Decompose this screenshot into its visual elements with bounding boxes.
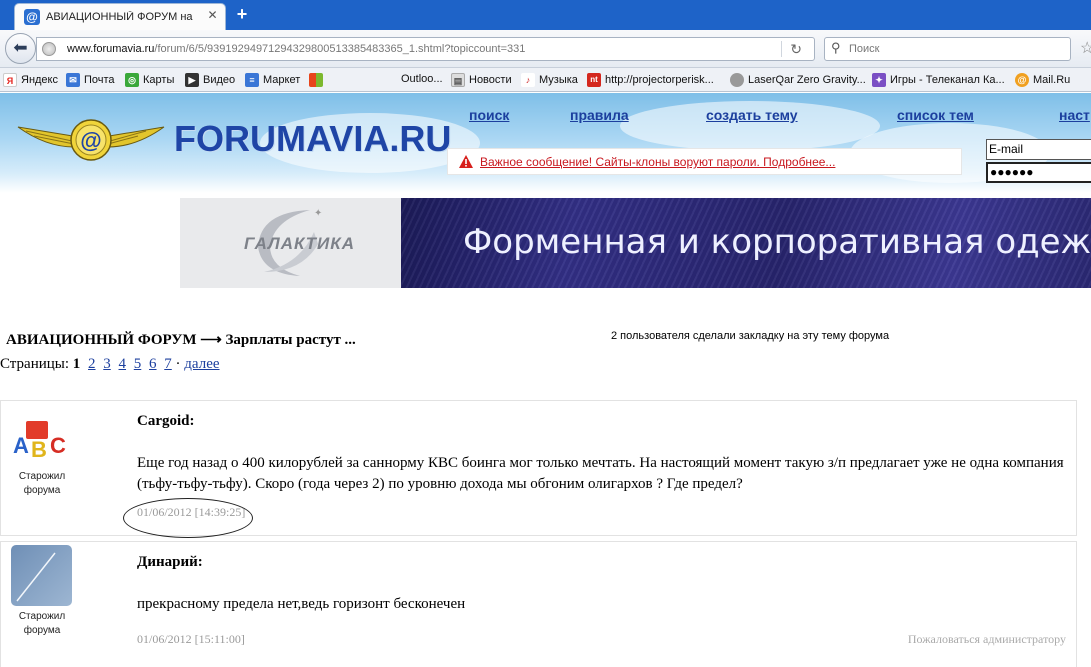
- video-icon: ▶: [185, 73, 199, 87]
- nav-settings-link[interactable]: наст: [1059, 107, 1090, 123]
- pagination-separator: ·: [175, 356, 181, 372]
- site-logo-text[interactable]: FORUMAVIA.RU: [174, 118, 451, 160]
- svg-text:C: C: [50, 433, 66, 458]
- bookmark-music[interactable]: ♪ Музыка: [521, 73, 578, 87]
- svg-text:B: B: [31, 437, 47, 461]
- page-link-5[interactable]: 5: [134, 356, 142, 372]
- nav-create-topic-link[interactable]: создать тему: [706, 107, 798, 123]
- bookmark-games[interactable]: ✦ Игры - Телеканал Ка...: [872, 73, 1005, 87]
- post-text: Еще год назад о 400 килорублей за саннор…: [137, 455, 1064, 492]
- post-author[interactable]: Динарий:: [137, 554, 203, 571]
- bookmark-yandex[interactable]: Я Яндекс: [3, 73, 58, 87]
- site-header: @ FORUMAVIA.RU поиск правила создать тем…: [0, 93, 1091, 193]
- arrow-left-icon: ⬅: [13, 38, 28, 57]
- mailru-icon: @: [1015, 73, 1029, 87]
- mail-icon: ✉: [66, 73, 80, 87]
- search-input[interactable]: ⚲ Поиск: [824, 37, 1071, 61]
- user-rank: Старожил форума: [18, 611, 66, 636]
- page-link-4[interactable]: 4: [119, 356, 127, 372]
- web-page: @ FORUMAVIA.RU поиск правила создать тем…: [0, 93, 1091, 667]
- page-current: 1: [72, 356, 81, 372]
- avatar[interactable]: [11, 545, 72, 606]
- nt-icon: nt: [587, 73, 601, 87]
- galaktika-text: ГАЛАКТИКА: [244, 234, 356, 253]
- globe-icon: [42, 42, 56, 56]
- post-author[interactable]: Cargoid:: [137, 413, 195, 430]
- forum-post: Старожил форума Динарий: прекрасному пре…: [0, 541, 1077, 667]
- page-link-2[interactable]: 2: [88, 356, 96, 372]
- windows-icon: [309, 73, 323, 87]
- warning-link[interactable]: Важное сообщение! Сайты-клоны воруют пар…: [480, 155, 835, 169]
- nav-topic-list-link[interactable]: список тем: [897, 107, 974, 123]
- bookmark-star-icon[interactable]: ☆: [1080, 38, 1091, 58]
- browser-title-bar: @ АВИАЦИОННЫЙ ФОРУМ на ... ✕ +: [0, 0, 1091, 30]
- divider: [781, 41, 782, 57]
- browser-tab[interactable]: @ АВИАЦИОННЫЙ ФОРУМ на ... ✕: [14, 3, 226, 30]
- page-next-link[interactable]: далее: [184, 356, 219, 372]
- bookmark-mail[interactable]: ✉ Почта: [66, 73, 115, 87]
- navigation-toolbar: ⬅ www.forumavia.ru/forum/6/5/93919294971…: [0, 30, 1091, 68]
- search-icon: ⚲: [831, 40, 841, 55]
- address-bar[interactable]: www.forumavia.ru/forum/6/5/9391929497129…: [36, 37, 815, 61]
- page-link-6[interactable]: 6: [149, 356, 157, 372]
- svg-text:✦: ✦: [314, 208, 322, 219]
- bookmark-laserqar[interactable]: LaserQar Zero Gravity...: [730, 73, 866, 87]
- date-highlight-circle: [123, 498, 253, 538]
- bookmark-windows[interactable]: [309, 73, 327, 87]
- globe-icon: [730, 73, 744, 87]
- uniform-banner[interactable]: Форменная и корпоративная одежда: [401, 198, 1091, 288]
- bookmark-projector[interactable]: nt http://projectorperisk...: [587, 73, 714, 87]
- password-field[interactable]: ●●●●●●: [986, 162, 1091, 183]
- pagination: Страницы: 1 2 3 4 5 6 7 · далее: [0, 356, 220, 373]
- bookmarks-bar: Я Яндекс ✉ Почта ◎ Карты ▶ Видео ≡ Маркет Out…: [0, 68, 1091, 92]
- nav-rules-link[interactable]: правила: [570, 107, 629, 123]
- email-field[interactable]: E-mail: [986, 139, 1091, 160]
- galaktika-banner-logo[interactable]: ✦ ГАЛАКТИКА: [180, 198, 401, 288]
- bookmark-video[interactable]: ▶ Видео: [185, 73, 235, 87]
- yandex-icon: Я: [3, 73, 17, 87]
- winged-logo-icon[interactable]: @: [16, 117, 166, 165]
- bookmark-count-note: 2 пользователя сделали закладку на эту т…: [611, 330, 890, 342]
- nav-search-link[interactable]: поиск: [469, 107, 509, 123]
- bookmark-mailru[interactable]: @ Mail.Ru: [1015, 73, 1070, 87]
- bookmark-market[interactable]: ≡ Маркет: [245, 73, 300, 87]
- maps-icon: ◎: [125, 73, 139, 87]
- back-button[interactable]: ⬅: [5, 33, 36, 64]
- search-placeholder: Поиск: [849, 43, 880, 55]
- tab-title: АВИАЦИОННЫЙ ФОРУМ на ...: [46, 11, 196, 23]
- music-icon: ♪: [521, 73, 535, 87]
- svg-text:A: A: [13, 433, 29, 458]
- bookmark-news[interactable]: ▤ Новости: [451, 73, 512, 87]
- svg-text:@: @: [80, 128, 101, 153]
- bookmark-outlook[interactable]: Outloo...: [401, 73, 443, 85]
- reload-icon[interactable]: ↻: [790, 41, 802, 58]
- warning-message: Важное сообщение! Сайты-клоны воруют пар…: [447, 148, 962, 175]
- post-date: 01/06/2012 [15:11:00]: [137, 632, 245, 646]
- banner-text: Форменная и корпоративная одежда: [463, 222, 1091, 262]
- avatar[interactable]: A B C: [10, 419, 74, 461]
- page-link-7[interactable]: 7: [164, 356, 172, 372]
- new-tab-button[interactable]: +: [234, 5, 250, 23]
- page-link-3[interactable]: 3: [103, 356, 111, 372]
- bookmark-maps[interactable]: ◎ Карты: [125, 73, 174, 87]
- pagination-label: Страницы:: [0, 356, 70, 372]
- report-to-admin-link[interactable]: Пожаловаться администратору: [908, 632, 1066, 647]
- url-text[interactable]: www.forumavia.ru/forum/6/5/9391929497129…: [67, 43, 525, 55]
- close-tab-icon[interactable]: ✕: [206, 9, 219, 22]
- games-icon: ✦: [872, 73, 886, 87]
- warning-icon: [459, 155, 473, 168]
- forum-favicon-icon: @: [24, 9, 40, 25]
- page-icon: ▤: [451, 73, 465, 87]
- breadcrumb[interactable]: АВИАЦИОННЫЙ ФОРУМ ⟶ Зарплаты растут ...: [6, 330, 356, 349]
- user-rank: Старожил форума: [18, 471, 66, 496]
- post-text: прекрасному предела нет,ведь горизонт бе…: [137, 596, 466, 612]
- market-icon: ≡: [245, 73, 259, 87]
